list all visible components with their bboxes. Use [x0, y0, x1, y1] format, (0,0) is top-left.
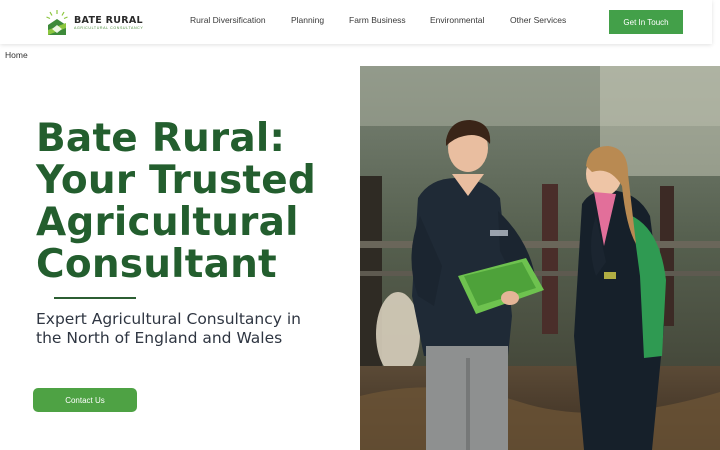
nav-farm-business[interactable]: Farm Business — [349, 15, 406, 25]
breadcrumb-home[interactable]: Home — [5, 50, 28, 60]
site-header: BATE RURAL AGRICULTURAL CONSULTANCY Rura… — [0, 0, 712, 44]
brand-tagline: AGRICULTURAL CONSULTANCY — [74, 26, 144, 30]
hero-photo-illustration — [360, 66, 720, 450]
nav-other-services[interactable]: Other Services — [510, 15, 566, 25]
nav-planning[interactable]: Planning — [291, 15, 324, 25]
brand-name: BATE RURAL — [74, 15, 143, 26]
headline-divider — [54, 297, 136, 299]
get-in-touch-button[interactable]: Get In Touch — [609, 10, 683, 34]
nav-environmental[interactable]: Environmental — [430, 15, 484, 25]
brand-logo[interactable]: BATE RURAL AGRICULTURAL CONSULTANCY — [46, 8, 143, 38]
nav-rural-diversification[interactable]: Rural Diversification — [190, 15, 266, 25]
hero-subheadline: Expert Agricultural Consultancy in the N… — [36, 310, 301, 347]
hero-photo-consultants — [360, 66, 720, 450]
hero-headline: Bate Rural: Your Trusted Agricultural Co… — [36, 116, 316, 287]
bate-rural-logo-icon — [46, 10, 68, 35]
contact-us-button[interactable]: Contact Us — [33, 388, 137, 412]
